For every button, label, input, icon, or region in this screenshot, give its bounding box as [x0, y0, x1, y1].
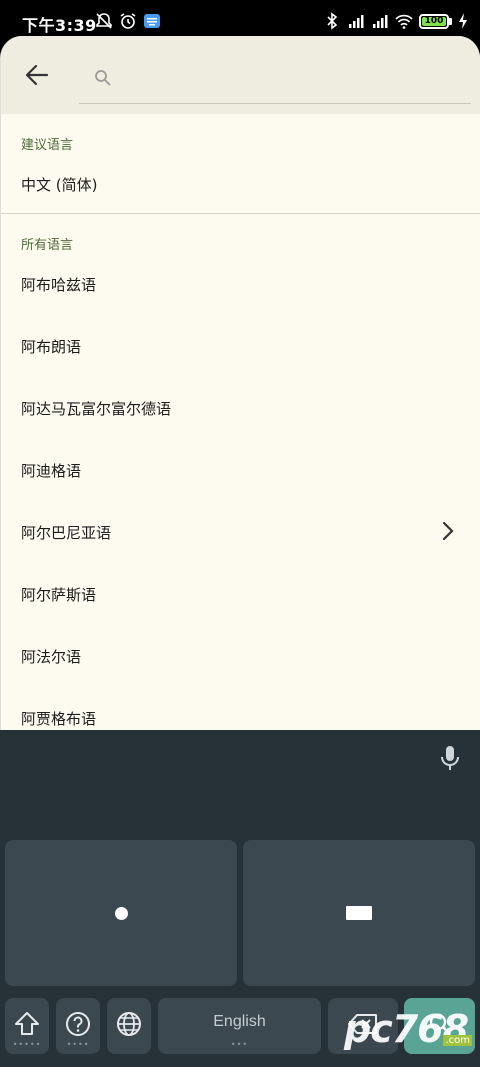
- dash-key[interactable]: [243, 840, 475, 986]
- help-key[interactable]: ••••: [56, 998, 100, 1054]
- list-item-suggested[interactable]: 中文 (简体): [1, 154, 480, 214]
- status-left-icons: [95, 12, 161, 30]
- keyboard-app-icon: [144, 14, 160, 28]
- list-item[interactable]: 阿达马瓦富尔富尔德语: [1, 378, 480, 438]
- wifi-icon: [395, 14, 413, 29]
- list-item[interactable]: 阿尔萨斯语: [1, 564, 480, 624]
- status-bar: 下午3:39 100: [0, 0, 480, 40]
- dot-glyph: [115, 907, 128, 920]
- list-item-label: 阿达马瓦富尔富尔德语: [21, 400, 172, 418]
- dot-key[interactable]: [5, 840, 237, 986]
- list-item[interactable]: 阿布哈兹语: [1, 254, 480, 314]
- globe-icon: [117, 1012, 141, 1036]
- mute-icon: [96, 13, 112, 29]
- divider: [1, 213, 480, 214]
- search-icon: [95, 70, 111, 86]
- arrow-left-icon[interactable]: [19, 60, 53, 90]
- suggested-section-title: 建议语言: [21, 138, 74, 153]
- list-item-label: 阿布朗语: [21, 338, 82, 356]
- list-item[interactable]: 阿贾格布语: [1, 688, 480, 730]
- charging-icon: [459, 13, 467, 29]
- language-switch-key[interactable]: [107, 998, 151, 1054]
- signal-hd-icon: [373, 15, 388, 28]
- all-section-title: 所有语言: [21, 238, 74, 253]
- shift-icon: [15, 1012, 39, 1035]
- battery-icon: 100: [419, 13, 452, 29]
- search-field[interactable]: [79, 56, 471, 104]
- key-dots: •••••: [12, 1040, 42, 1049]
- key-dots: •••: [230, 1040, 249, 1049]
- list-item-label: 阿布哈兹语: [21, 276, 97, 294]
- language-picker-sheet: 建议语言 中文 (简体) 所有语言 阿布哈兹语 阿布朗语 阿达马瓦富尔富尔德语 …: [0, 36, 480, 730]
- list-item-label: 阿尔巴尼亚语: [21, 524, 112, 542]
- list-item-label: 阿迪格语: [21, 462, 82, 480]
- list-item[interactable]: 阿法尔语: [1, 626, 480, 686]
- space-key-label: English: [213, 1013, 266, 1030]
- space-key[interactable]: English •••: [158, 998, 321, 1054]
- battery-level: 100: [424, 16, 444, 26]
- help-icon: [66, 1012, 90, 1036]
- watermark-logo: pc768 .com: [330, 1005, 478, 1061]
- search-input[interactable]: [123, 64, 453, 94]
- key-dots: ••••: [66, 1040, 90, 1049]
- shift-key[interactable]: •••••: [5, 998, 49, 1054]
- watermark-sub: .com: [443, 1035, 472, 1046]
- list-item-label: 阿尔萨斯语: [21, 586, 97, 604]
- list-item[interactable]: 阿迪格语: [1, 440, 480, 500]
- dash-glyph: [346, 906, 372, 920]
- microphone-icon[interactable]: [438, 744, 462, 772]
- status-right-icons: 100: [323, 12, 468, 30]
- chevron-right-icon: [442, 521, 454, 541]
- alarm-icon: [120, 13, 136, 29]
- list-item[interactable]: 阿布朗语: [1, 316, 480, 376]
- list-item-label: 阿贾格布语: [21, 710, 97, 728]
- status-time: 下午3:39: [22, 16, 97, 35]
- bluetooth-icon: [327, 12, 338, 30]
- list-item-label: 中文 (简体): [21, 176, 98, 194]
- list-item-label: 阿法尔语: [21, 648, 82, 666]
- list-item[interactable]: 阿尔巴尼亚语: [1, 502, 480, 562]
- search-header: [1, 36, 480, 114]
- signal-hd-icon: [349, 15, 364, 28]
